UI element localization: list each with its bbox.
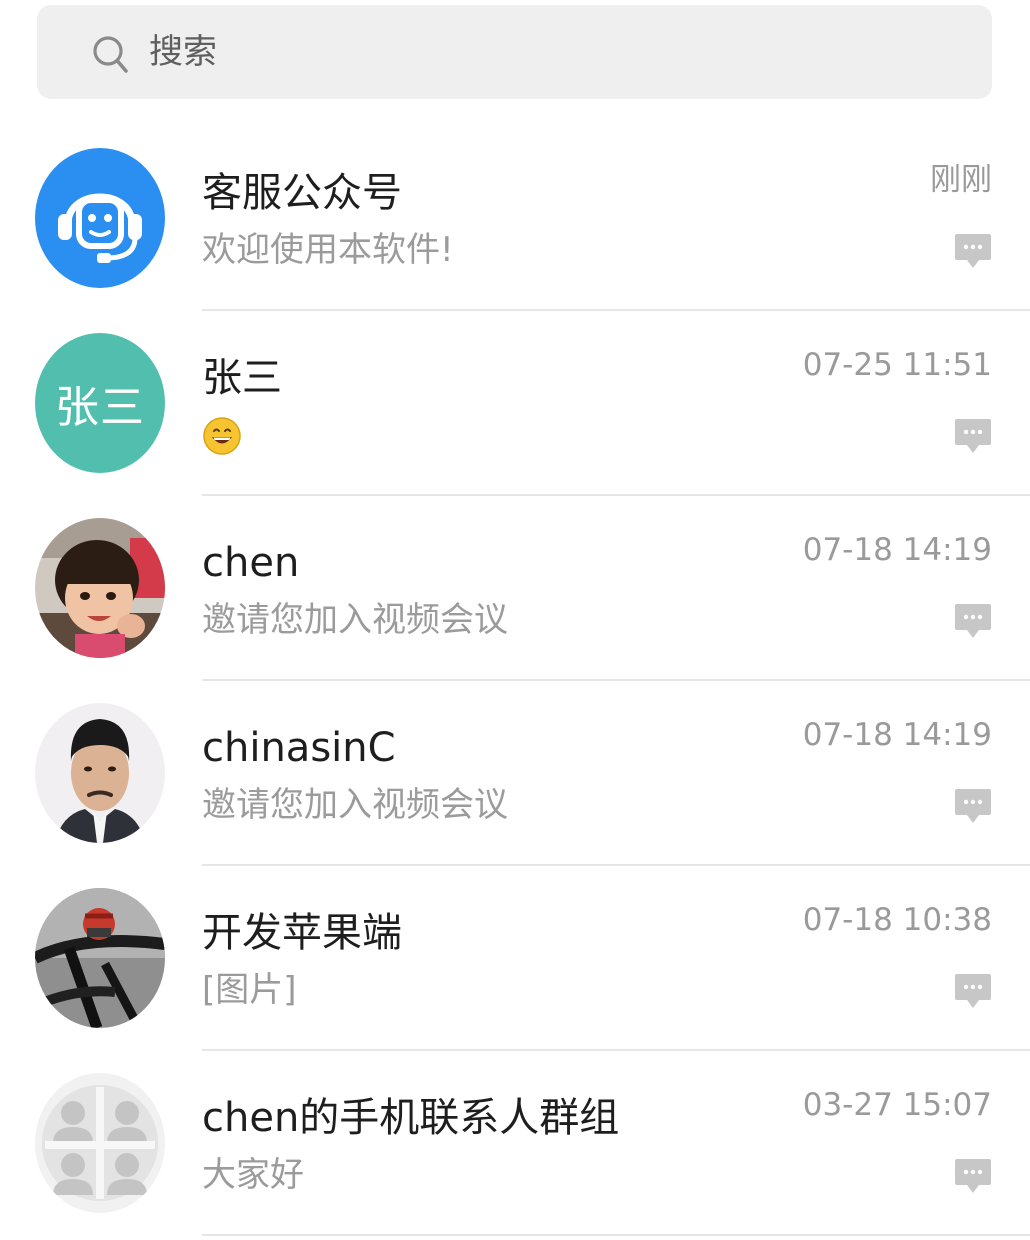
conversation-item[interactable]: chinasinC 邀请您加入视频会议 07-18 14:19 — [0, 681, 1030, 866]
conversation-list: 客服公众号 欢迎使用本软件! 刚刚 张三 张三 07-25 11:51 chen… — [0, 126, 1030, 1236]
bicycle-photo-avatar — [35, 888, 165, 1028]
conversation-preview: 邀请您加入视频会议 — [202, 785, 508, 825]
conversation-name: 开发苹果端 — [202, 910, 402, 956]
conversation-name: 客服公众号 — [202, 170, 402, 216]
child-photo-avatar — [35, 518, 165, 658]
chat-bubble-icon — [955, 1159, 991, 1193]
conversation-time: 03-27 15:07 — [802, 1087, 992, 1123]
conversation-item[interactable]: chen的手机联系人群组 大家好 03-27 15:07 — [0, 1051, 1030, 1236]
group-members-icon — [35, 1073, 165, 1213]
conversation-item[interactable]: 客服公众号 欢迎使用本软件! 刚刚 — [0, 126, 1030, 311]
conversation-time: 07-18 14:19 — [802, 717, 992, 753]
customer-service-headset-icon — [35, 148, 165, 288]
conversation-preview — [202, 412, 242, 458]
grinning-face-emoji-icon — [203, 417, 241, 455]
chat-bubble-icon — [955, 604, 991, 638]
conversation-time: 07-18 10:38 — [802, 902, 992, 938]
search-placeholder: 搜索 — [149, 32, 217, 72]
conversation-name: chen的手机联系人群组 — [202, 1095, 620, 1141]
conversation-item[interactable]: 张三 张三 07-25 11:51 — [0, 311, 1030, 496]
conversation-name: 张三 — [202, 355, 282, 401]
conversation-preview: 邀请您加入视频会议 — [202, 600, 508, 640]
conversation-item[interactable]: 开发苹果端 [图片] 07-18 10:38 — [0, 866, 1030, 1051]
chat-bubble-icon — [955, 234, 991, 268]
conversation-preview: 欢迎使用本软件! — [202, 230, 454, 270]
initials-avatar: 张三 — [35, 333, 165, 473]
conversation-preview: 大家好 — [202, 1155, 304, 1195]
conversation-name: chinasinC — [202, 725, 396, 771]
search-bar[interactable]: 搜索 — [37, 5, 992, 99]
conversation-preview: [图片] — [202, 970, 297, 1010]
man-portrait-photo-avatar — [35, 703, 165, 843]
conversation-time: 07-25 11:51 — [802, 347, 992, 383]
chat-bubble-icon — [955, 789, 991, 823]
chat-bubble-icon — [955, 419, 991, 453]
chat-bubble-icon — [955, 974, 991, 1008]
search-icon — [93, 36, 128, 73]
conversation-time: 刚刚 — [930, 162, 992, 198]
conversation-item[interactable]: chen 邀请您加入视频会议 07-18 14:19 — [0, 496, 1030, 681]
conversation-name: chen — [202, 540, 300, 586]
conversation-time: 07-18 14:19 — [802, 532, 992, 568]
